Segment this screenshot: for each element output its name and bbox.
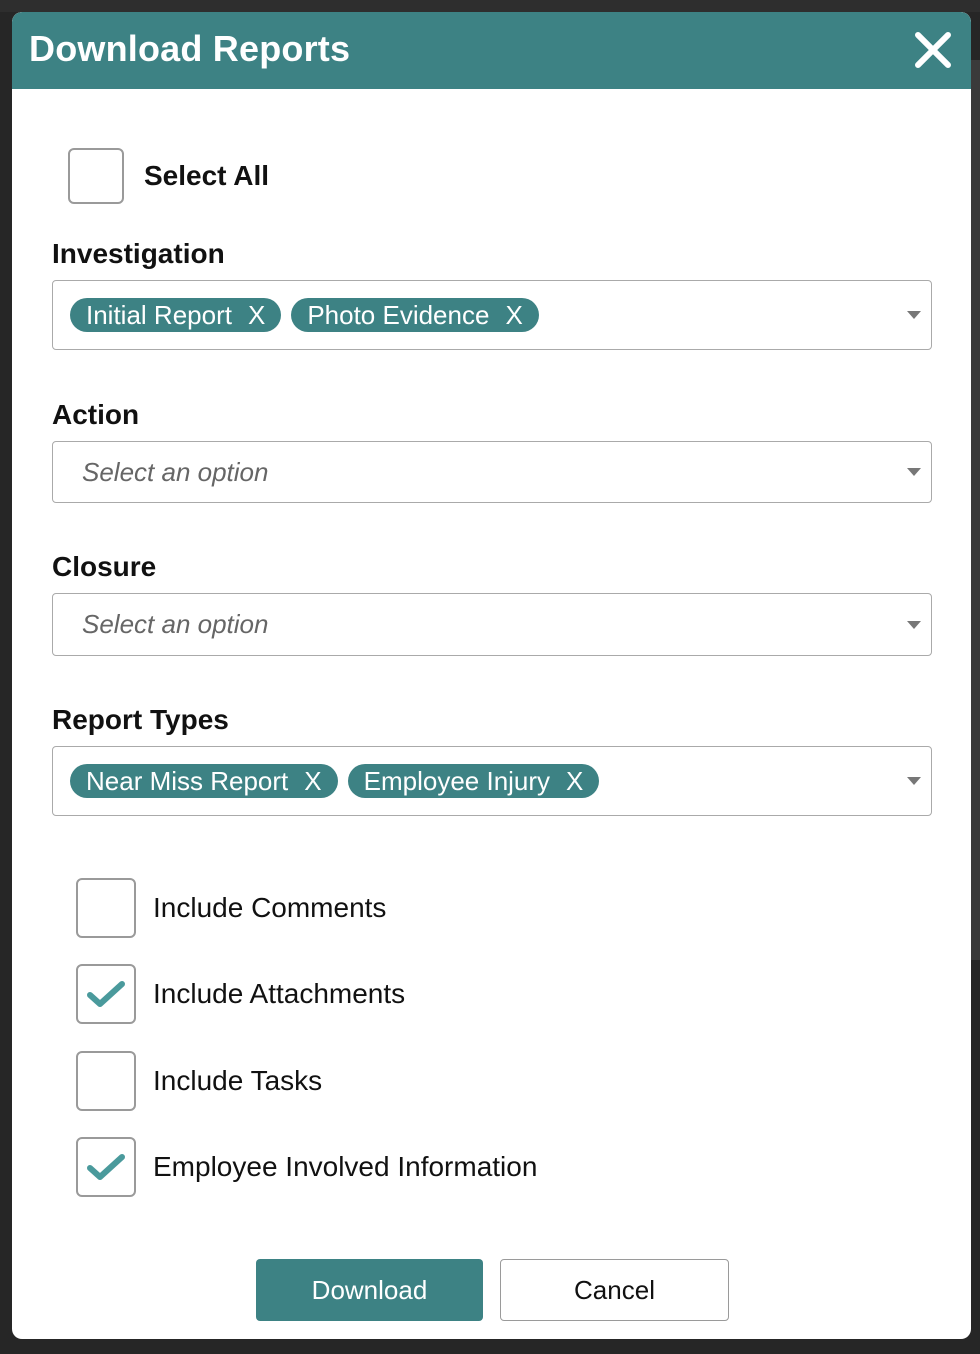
chevron-down-icon[interactable] [907,620,921,629]
report-types-label: Report Types [52,704,229,735]
chevron-down-icon[interactable] [907,777,921,785]
chevron-down-icon[interactable] [907,311,921,319]
report-types-multiselect[interactable]: Near Miss Report X Employee Injury X [52,746,932,816]
employee-involved-checkbox[interactable] [76,1137,136,1197]
investigation-label: Investigation [52,238,225,269]
chip-label: Initial Report [86,299,232,330]
option-label: Include Attachments [153,978,406,1009]
option-include-comments[interactable]: Include Comments [76,877,386,939]
closure-label: Closure [52,551,157,582]
chevron-down-icon[interactable] [907,468,921,476]
action-placeholder: Select an option [82,456,269,487]
chip-remove-button[interactable]: X [248,300,265,331]
closure-select[interactable]: Select an option [52,593,932,656]
chip-label: Employee Injury [363,765,551,796]
option-include-tasks[interactable]: Include Tasks [76,1050,322,1112]
closure-placeholder: Select an option [82,609,269,639]
checkmark-icon [87,1154,125,1180]
select-all-checkbox[interactable] [68,148,124,204]
modal-title: Download Reports [29,28,351,69]
download-reports-modal: Download Reports Select All Investigatio… [12,12,971,1339]
cancel-button[interactable]: Cancel [500,1259,729,1321]
close-button[interactable] [913,30,953,70]
option-include-attachments[interactable]: Include Attachments [76,963,405,1025]
option-employee-involved-information[interactable]: Employee Involved Information [76,1136,537,1198]
close-icon [915,32,951,68]
background-strip [0,0,980,12]
select-all-row[interactable]: Select All [68,145,269,207]
option-label: Employee Involved Information [153,1151,538,1182]
chip-label: Near Miss Report [86,765,289,796]
chip-near-miss-report: Near Miss Report X [70,764,338,798]
option-label: Include Tasks [153,1065,323,1096]
include-tasks-checkbox[interactable] [76,1051,136,1111]
download-button[interactable]: Download [256,1259,483,1321]
chip-photo-evidence: Photo Evidence X [291,298,539,332]
include-attachments-checkbox[interactable] [76,964,136,1024]
chip-remove-button[interactable]: X [566,766,583,797]
chip-remove-button[interactable]: X [304,766,321,797]
chip-remove-button[interactable]: X [505,300,522,331]
action-label: Action [52,399,140,430]
checkmark-icon [87,981,125,1007]
modal-header: Download Reports [12,12,971,89]
chip-initial-report: Initial Report X [70,298,282,332]
select-all-label: Select All [144,160,270,191]
include-comments-checkbox[interactable] [76,878,136,938]
chip-label: Photo Evidence [307,299,490,330]
chip-employee-injury: Employee Injury X [347,764,600,798]
option-label: Include Comments [153,892,387,923]
action-select[interactable]: Select an option [52,441,932,503]
investigation-multiselect[interactable]: Initial Report X Photo Evidence X [52,280,932,350]
